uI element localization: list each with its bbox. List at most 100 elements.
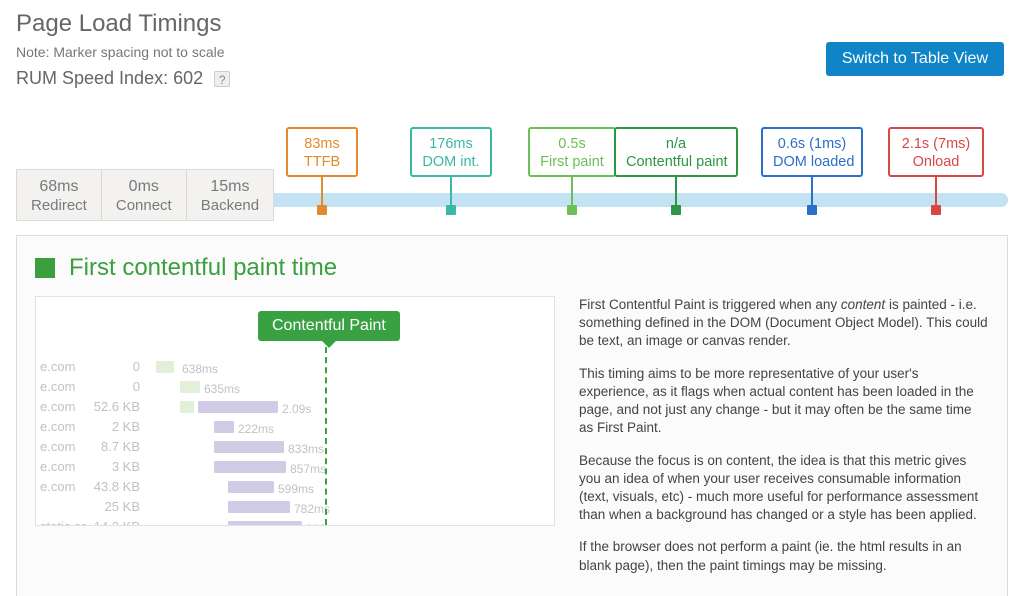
waterfall-row: e.com0638ms [36, 357, 554, 377]
speed-index-value: 602 [173, 68, 203, 88]
panel-heading-text: First contentful paint time [69, 254, 337, 282]
waterfall-row: 25 KB782ms [36, 497, 554, 517]
row-bars: 857ms [146, 461, 554, 473]
prelim-label: Backend [201, 197, 259, 214]
marker-dot [317, 205, 327, 215]
marker-stem [935, 177, 937, 207]
marker-value: 83ms [298, 135, 346, 153]
row-size: 43.8 KB [86, 477, 146, 497]
marker-label: TTFB [298, 153, 346, 171]
marker-value: n/a [626, 135, 726, 153]
waterfall-row: e.com52.6 KB2.09s [36, 397, 554, 417]
row-size: 0 [86, 357, 146, 377]
marker-onload[interactable]: 2.1s (7ms)Onload [888, 127, 984, 215]
marker-stem [450, 177, 452, 207]
row-size: 25 KB [86, 497, 146, 517]
marker-stem [571, 177, 573, 207]
prelim-value: 68ms [31, 178, 87, 196]
prelim-label: Redirect [31, 197, 87, 214]
waterfall-row: e.com2 KB222ms [36, 417, 554, 437]
marker-box: 176msDOM int. [410, 127, 492, 177]
row-bars: 833ms [146, 441, 554, 453]
marker-box: 2.1s (7ms)Onload [888, 127, 984, 177]
panel-paragraph: If the browser does not perform a paint … [579, 538, 989, 574]
marker-dot [567, 205, 577, 215]
row-bars: 635ms [146, 381, 554, 393]
marker-label: DOM loaded [773, 153, 851, 171]
waterfall-snapshot: Contentful Paint e.com0638mse.com0635mse… [35, 296, 555, 526]
marker-label: Onload [900, 153, 972, 171]
row-bars: 599ms [146, 481, 554, 493]
row-size: 2 KB [86, 417, 146, 437]
page-title: Page Load Timings [16, 10, 1008, 38]
row-host: e.com [36, 457, 86, 477]
contentful-paint-flag: Contentful Paint [258, 311, 400, 341]
marker-stem [811, 177, 813, 207]
row-bars: 933ms [146, 521, 554, 526]
marker-dot [671, 205, 681, 215]
help-icon[interactable]: ? [214, 71, 230, 87]
marker-value: 176ms [422, 135, 480, 153]
panel-heading: First contentful paint time [35, 254, 989, 282]
marker-label: DOM int. [422, 153, 480, 171]
marker-first-paint[interactable]: 0.5sFirst paint [528, 127, 616, 215]
marker-stem [675, 177, 677, 207]
panel-color-swatch [35, 258, 55, 278]
marker-label: First paint [540, 153, 604, 171]
panel-paragraph: Because the focus is on content, the ide… [579, 452, 989, 525]
row-size: 14.3 KB [86, 517, 146, 526]
row-bars: 782ms [146, 501, 554, 513]
prelim-label: Connect [116, 197, 172, 214]
prelim-box-redirect: 68msRedirect [16, 169, 102, 221]
marker-contentful-paint[interactable]: n/aContentful paint [614, 127, 738, 215]
row-host: e.com [36, 477, 86, 497]
marker-box: 0.5sFirst paint [528, 127, 616, 177]
marker-box: 83msTTFB [286, 127, 358, 177]
panel-description: First Contentful Paint is triggered when… [579, 296, 989, 589]
row-size: 0 [86, 377, 146, 397]
row-host: e.com [36, 357, 86, 377]
marker-label: Contentful paint [626, 153, 726, 171]
row-size: 52.6 KB [86, 397, 146, 417]
row-host: static.cc [36, 517, 86, 526]
contentful-paint-vline [325, 347, 327, 525]
waterfall-row: e.com0635ms [36, 377, 554, 397]
detail-panel: First contentful paint time Contentful P… [16, 235, 1008, 596]
speed-index-label: RUM Speed Index: [16, 68, 168, 88]
marker-value: 0.5s [540, 135, 604, 153]
marker-dot [931, 205, 941, 215]
marker-dom-loaded[interactable]: 0.6s (1ms)DOM loaded [761, 127, 863, 215]
waterfall-row: e.com3 KB857ms [36, 457, 554, 477]
row-bars: 638ms [146, 361, 554, 373]
marker-dot [446, 205, 456, 215]
switch-to-table-button[interactable]: Switch to Table View [826, 42, 1004, 76]
waterfall-rows: e.com0638mse.com0635mse.com52.6 KB2.09se… [36, 357, 554, 525]
panel-paragraph: First Contentful Paint is triggered when… [579, 296, 989, 351]
marker-box: n/aContentful paint [614, 127, 738, 177]
marker-dom-int-[interactable]: 176msDOM int. [410, 127, 492, 215]
row-size: 8.7 KB [86, 437, 146, 457]
marker-dot [807, 205, 817, 215]
waterfall-row: e.com43.8 KB599ms [36, 477, 554, 497]
prelim-value: 0ms [116, 178, 172, 196]
prelim-stages: 68msRedirect0msConnect15msBackend [16, 169, 274, 221]
panel-paragraph: This timing aims to be more representati… [579, 365, 989, 438]
marker-box: 0.6s (1ms)DOM loaded [761, 127, 863, 177]
marker-ttfb[interactable]: 83msTTFB [286, 127, 358, 215]
row-bars: 2.09s [146, 401, 554, 413]
prelim-value: 15ms [201, 178, 259, 196]
waterfall-row: e.com8.7 KB833ms [36, 437, 554, 457]
row-host: e.com [36, 417, 86, 437]
timeline: 68msRedirect0msConnect15msBackend 83msTT… [16, 101, 1008, 221]
marker-value: 2.1s (7ms) [900, 135, 972, 153]
row-host: e.com [36, 437, 86, 457]
prelim-box-connect: 0msConnect [102, 169, 187, 221]
prelim-box-backend: 15msBackend [187, 169, 274, 221]
marker-value: 0.6s (1ms) [773, 135, 851, 153]
marker-stem [321, 177, 323, 207]
row-bars: 222ms [146, 421, 554, 433]
waterfall-row: static.cc14.3 KB933ms [36, 517, 554, 526]
row-size: 3 KB [86, 457, 146, 477]
row-host: e.com [36, 377, 86, 397]
row-host: e.com [36, 397, 86, 417]
